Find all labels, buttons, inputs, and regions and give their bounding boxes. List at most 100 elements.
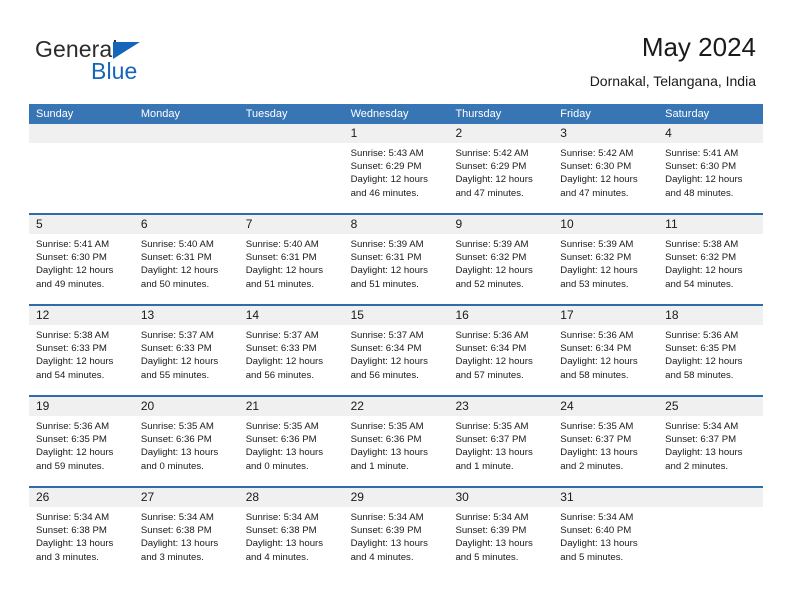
- day-cell[interactable]: 22 Sunrise: 5:35 AM Sunset: 6:36 PM Dayligh…: [343, 397, 449, 486]
- page-title: May 2024: [641, 32, 756, 62]
- day-number-band: 6: [133, 215, 239, 234]
- day-details: Sunrise: 5:34 AM Sunset: 6:39 PM Daylight:…: [344, 507, 449, 564]
- day-daylight-line: Daylight: 13 hours: [36, 538, 114, 550]
- day-sunset-line: Sunset: 6:34 PM: [560, 343, 632, 355]
- day-sunrise-line: Sunrise: 5:37 AM: [245, 330, 319, 341]
- day-number-band: [238, 124, 344, 143]
- day-sunset-line: Sunset: 6:29 PM: [455, 161, 527, 173]
- day-sunset-line: Sunset: 6:34 PM: [350, 343, 422, 355]
- day-cell[interactable]: 8 Sunrise: 5:39 AM Sunset: 6:31 PM Daylight…: [343, 215, 449, 304]
- day-sunset-line: Sunset: 6:35 PM: [665, 343, 737, 355]
- day-number-band: [658, 488, 764, 507]
- day-number-band: 17: [553, 306, 659, 325]
- day-details: Sunrise: 5:35 AM Sunset: 6:37 PM Daylight:…: [553, 416, 658, 473]
- day-cell[interactable]: 7 Sunrise: 5:40 AM Sunset: 6:31 PM Daylight…: [238, 215, 344, 304]
- day-number-band: 11: [658, 215, 764, 234]
- day-daylight-line: Daylight: 12 hours: [665, 356, 743, 368]
- day-cell[interactable]: 29 Sunrise: 5:34 AM Sunset: 6:39 PM Dayligh…: [343, 488, 449, 577]
- day-number-band: 23: [448, 397, 554, 416]
- brand-name-blue: Blue: [91, 58, 138, 84]
- day-cell[interactable]: 5 Sunrise: 5:41 AM Sunset: 6:30 PM Daylight…: [29, 215, 134, 304]
- day-number: 3: [560, 126, 567, 140]
- day-number-band: 14: [238, 306, 344, 325]
- day-cell[interactable]: 6 Sunrise: 5:40 AM Sunset: 6:31 PM Daylight…: [133, 215, 239, 304]
- brand-logo[interactable]: General Blue: [35, 36, 255, 86]
- day-cell[interactable]: 13 Sunrise: 5:37 AM Sunset: 6:33 PM Dayligh…: [133, 306, 239, 395]
- day-cell[interactable]: 12 Sunrise: 5:38 AM Sunset: 6:33 PM Dayligh…: [29, 306, 134, 395]
- day-number: 27: [140, 490, 155, 504]
- day-cell[interactable]: 11 Sunrise: 5:38 AM Sunset: 6:32 PM Dayligh…: [658, 215, 764, 304]
- day-details: Sunrise: 5:37 AM Sunset: 6:33 PM Daylight:…: [134, 325, 239, 382]
- day-cell[interactable]: 28 Sunrise: 5:34 AM Sunset: 6:38 PM Dayligh…: [238, 488, 344, 577]
- day-cell[interactable]: 20 Sunrise: 5:35 AM Sunset: 6:36 PM Dayligh…: [133, 397, 239, 486]
- day-cell[interactable]: 27 Sunrise: 5:34 AM Sunset: 6:38 PM Dayligh…: [133, 488, 239, 577]
- day-sunrise-line: Sunrise: 5:42 AM: [455, 148, 529, 159]
- day-sunset-line: Sunset: 6:32 PM: [665, 252, 737, 264]
- day-sunset-line: Sunset: 6:31 PM: [140, 252, 212, 264]
- day-sunrise-line: Sunrise: 5:42 AM: [560, 148, 634, 159]
- day-cell[interactable]: 18 Sunrise: 5:36 AM Sunset: 6:35 PM Dayligh…: [658, 306, 764, 395]
- day-cell[interactable]: 19 Sunrise: 5:36 AM Sunset: 6:35 PM Dayligh…: [29, 397, 134, 486]
- day-sunrise-line: Sunrise: 5:37 AM: [350, 330, 424, 341]
- day-number-band: 8: [343, 215, 449, 234]
- day-sunrise-line: Sunrise: 5:35 AM: [455, 421, 529, 432]
- day-details: Sunrise: 5:43 AM Sunset: 6:29 PM Daylight:…: [344, 143, 449, 200]
- day-sunset-line: Sunset: 6:34 PM: [455, 343, 527, 355]
- day-daylight-line: and 5 minutes.: [455, 551, 519, 563]
- day-number-band: 13: [133, 306, 239, 325]
- day-daylight-line: and 58 minutes.: [665, 369, 734, 381]
- day-daylight-line: and 53 minutes.: [560, 278, 629, 290]
- title-block: May 2024 Dornakal, Telangana, India: [590, 30, 756, 92]
- day-daylight-line: Daylight: 12 hours: [36, 447, 114, 459]
- day-sunset-line: Sunset: 6:32 PM: [455, 252, 527, 264]
- day-cell[interactable]: 16 Sunrise: 5:36 AM Sunset: 6:34 PM Dayligh…: [448, 306, 554, 395]
- day-sunrise-line: Sunrise: 5:36 AM: [455, 330, 529, 341]
- day-daylight-line: and 49 minutes.: [36, 278, 105, 290]
- day-daylight-line: Daylight: 12 hours: [455, 356, 533, 368]
- page-header: General Blue May 2024 Dornakal, Telangan…: [0, 0, 792, 100]
- day-cell[interactable]: 10 Sunrise: 5:39 AM Sunset: 6:32 PM Dayligh…: [553, 215, 659, 304]
- day-cell[interactable]: 3 Sunrise: 5:42 AM Sunset: 6:30 PM Daylight…: [553, 124, 659, 213]
- day-cell[interactable]: 23 Sunrise: 5:35 AM Sunset: 6:37 PM Dayligh…: [448, 397, 554, 486]
- day-number: 31: [560, 490, 574, 504]
- day-sunrise-line: Sunrise: 5:34 AM: [36, 512, 110, 523]
- day-sunset-line: Sunset: 6:38 PM: [140, 525, 212, 537]
- day-daylight-line: Daylight: 12 hours: [665, 174, 743, 186]
- day-cell[interactable]: 4 Sunrise: 5:41 AM Sunset: 6:30 PM Daylight…: [658, 124, 764, 213]
- day-number: 30: [455, 490, 469, 504]
- day-cell[interactable]: 2 Sunrise: 5:42 AM Sunset: 6:29 PM Daylight…: [448, 124, 554, 213]
- day-details: Sunrise: 5:39 AM Sunset: 6:32 PM Daylight:…: [448, 234, 553, 291]
- day-cell[interactable]: 25 Sunrise: 5:34 AM Sunset: 6:37 PM Dayligh…: [658, 397, 764, 486]
- day-daylight-line: and 2 minutes.: [560, 460, 624, 472]
- day-sunrise-line: Sunrise: 5:38 AM: [36, 330, 110, 341]
- day-daylight-line: and 46 minutes.: [350, 187, 419, 199]
- day-daylight-line: and 47 minutes.: [560, 187, 629, 199]
- day-cell[interactable]: 31 Sunrise: 5:34 AM Sunset: 6:40 PM Dayligh…: [553, 488, 659, 577]
- day-cell[interactable]: 14 Sunrise: 5:37 AM Sunset: 6:33 PM Dayligh…: [238, 306, 344, 395]
- day-number-band: 21: [238, 397, 344, 416]
- weekday-header-wednesday: Wednesday: [350, 108, 409, 120]
- day-cell[interactable]: 1 Sunrise: 5:43 AM Sunset: 6:29 PM Daylight…: [343, 124, 449, 213]
- day-number-band: 2: [448, 124, 554, 143]
- day-sunrise-line: Sunrise: 5:41 AM: [665, 148, 739, 159]
- day-cell[interactable]: 21 Sunrise: 5:35 AM Sunset: 6:36 PM Dayligh…: [238, 397, 344, 486]
- day-details: Sunrise: 5:39 AM Sunset: 6:32 PM Daylight:…: [553, 234, 658, 291]
- day-sunrise-line: Sunrise: 5:34 AM: [350, 512, 424, 523]
- day-daylight-line: Daylight: 13 hours: [245, 447, 324, 459]
- day-daylight-line: and 3 minutes.: [140, 551, 204, 563]
- day-sunset-line: Sunset: 6:31 PM: [245, 252, 317, 264]
- day-daylight-line: and 4 minutes.: [350, 551, 414, 563]
- day-cell[interactable]: 17 Sunrise: 5:36 AM Sunset: 6:34 PM Dayligh…: [553, 306, 659, 395]
- day-daylight-line: and 0 minutes.: [140, 460, 204, 472]
- day-cell[interactable]: 30 Sunrise: 5:34 AM Sunset: 6:39 PM Dayligh…: [448, 488, 554, 577]
- day-cell[interactable]: 24 Sunrise: 5:35 AM Sunset: 6:37 PM Dayligh…: [553, 397, 659, 486]
- day-sunset-line: Sunset: 6:37 PM: [560, 434, 632, 446]
- day-daylight-line: Daylight: 12 hours: [560, 356, 638, 368]
- day-daylight-line: Daylight: 12 hours: [140, 356, 219, 368]
- day-cell[interactable]: 9 Sunrise: 5:39 AM Sunset: 6:32 PM Daylight…: [448, 215, 554, 304]
- day-cell[interactable]: 15 Sunrise: 5:37 AM Sunset: 6:34 PM Dayligh…: [343, 306, 449, 395]
- weekday-header-saturday: Saturday: [665, 108, 710, 120]
- day-sunrise-line: Sunrise: 5:40 AM: [245, 239, 319, 250]
- day-number-band: 15: [343, 306, 449, 325]
- day-cell[interactable]: 26 Sunrise: 5:34 AM Sunset: 6:38 PM Dayligh…: [29, 488, 134, 577]
